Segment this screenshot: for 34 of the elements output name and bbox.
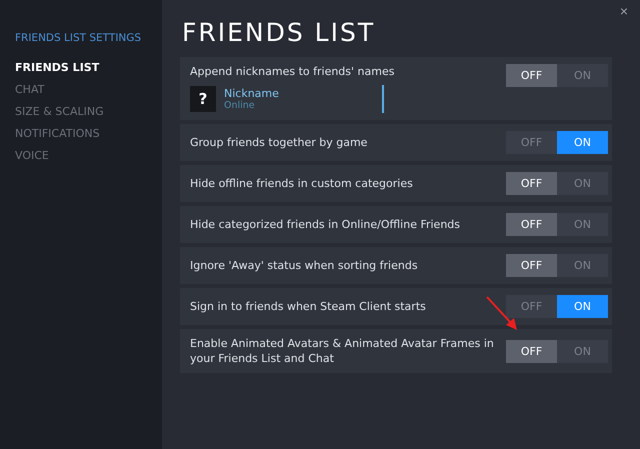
sidebar-item[interactable]: NOTIFICATIONS [0,124,162,146]
on-toggle[interactable]: ON [557,295,608,318]
off-toggle[interactable]: OFF [506,340,557,362]
page-title: FRIENDS LIST [182,18,376,47]
off-toggle[interactable]: OFF [506,295,557,318]
off-toggle[interactable]: OFF [506,254,557,277]
off-toggle[interactable]: OFF [506,213,557,236]
annotation-arrow [486,296,517,330]
sidebar-heading: FRIENDS LIST SETTINGS [14,32,142,46]
sidebar-item[interactable]: CHAT [0,80,162,102]
text-cursor [382,85,384,113]
setting-label: Hide offline friends in custom categories [190,176,413,191]
on-toggle[interactable]: ON [557,213,608,236]
setting-label: Enable Animated Avatars & Animated Avatar Frames in your Friends List and Chat [190,336,495,366]
sidebar-item[interactable]: SIZE & SCALING [0,102,162,124]
on-toggle[interactable]: ON [557,340,608,362]
on-toggle[interactable]: ON [557,172,608,195]
status-text: Online [224,100,256,111]
sidebar-item[interactable]: FRIENDS LIST [0,58,162,80]
on-toggle[interactable]: ON [557,254,608,277]
setting-label: Sign in to friends when Steam Client starts [190,299,426,314]
nickname-text: Nickname [224,87,280,100]
off-toggle[interactable]: OFF [506,172,557,195]
sidebar-item[interactable]: VOICE [0,146,162,168]
close-button[interactable]: × [614,2,634,20]
avatar: ? [190,86,216,112]
setting-label: Ignore 'Away' status when sorting friends [190,258,418,273]
off-toggle[interactable]: OFF [506,131,557,154]
on-toggle[interactable]: ON [557,64,608,87]
setting-label: Group friends together by game [190,135,368,150]
setting-label: Hide categorized friends in Online/Offline Friends [190,217,460,232]
setting-label: Append nicknames to friends' names [190,64,394,79]
off-toggle[interactable]: OFF [506,64,557,87]
on-toggle[interactable]: ON [557,131,608,154]
